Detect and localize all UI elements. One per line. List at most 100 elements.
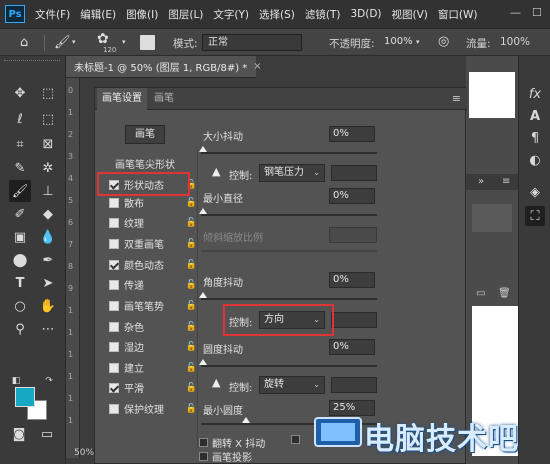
checkbox-icon[interactable]	[109, 238, 119, 249]
lock-icon[interactable]: 🔓	[186, 363, 197, 373]
panel-menu-icon[interactable]: ≡	[452, 92, 461, 105]
eraser-tool-icon[interactable]: ◆	[37, 203, 59, 225]
menu-type[interactable]: 文字(Y)	[213, 7, 249, 22]
delete-icon[interactable]: 🗑	[498, 288, 511, 299]
option-brush-pose[interactable]: 画笔笔势 🔓	[109, 297, 197, 314]
roundness-jitter-slider[interactable]	[201, 365, 377, 367]
close-icon[interactable]: ×	[253, 61, 261, 72]
menu-edit[interactable]: 编辑(E)	[80, 7, 116, 22]
checkbox-icon[interactable]	[199, 452, 208, 461]
option-smoothing[interactable]: 平滑 🔓	[109, 379, 197, 396]
brush-presets-button[interactable]: 画笔	[125, 125, 165, 144]
menu-file[interactable]: 文件(F)	[35, 7, 70, 22]
swap-colors-icon[interactable]: ↷	[42, 374, 56, 388]
lock-icon[interactable]: 🔓	[186, 260, 197, 270]
more-tools-icon[interactable]: ⋯	[37, 318, 59, 340]
checkbox-icon[interactable]	[109, 217, 119, 228]
brush-projection[interactable]: 画笔投影	[199, 449, 252, 464]
checkbox-icon[interactable]	[109, 321, 119, 332]
option-noise[interactable]: 杂色 🔓	[109, 318, 197, 335]
fade-steps-input[interactable]	[331, 165, 377, 181]
quick-mask-icon[interactable]: ◙	[8, 423, 30, 445]
menu-3d[interactable]: 3D(D)	[350, 8, 381, 20]
slider-thumb[interactable]	[199, 292, 207, 298]
marquee-tool-icon[interactable]: ⬚	[37, 82, 59, 104]
lock-icon[interactable]: 🔓	[186, 342, 197, 352]
checkbox-icon[interactable]	[109, 341, 119, 352]
object-select-icon[interactable]: ⬚	[37, 108, 59, 130]
lock-icon[interactable]: 🔓	[186, 301, 197, 311]
option-build-up[interactable]: 建立 🔓	[109, 359, 197, 376]
size-jitter-input[interactable]: 0%	[329, 126, 375, 142]
document-tab[interactable]: 未标题-1 @ 50% (图层 1, RGB/8#) * ×	[66, 56, 262, 78]
ellipse-tool-icon[interactable]: ○	[9, 295, 31, 317]
brush-panel-toggle-icon[interactable]	[140, 35, 155, 50]
clone-stamp-icon[interactable]: ⊥	[37, 180, 59, 202]
menu-view[interactable]: 视图(V)	[392, 7, 428, 22]
mode-select[interactable]: 正常	[202, 34, 302, 51]
slider-thumb[interactable]	[199, 146, 207, 152]
screen-mode-icon[interactable]: ▭	[36, 423, 58, 445]
pen-tool-icon[interactable]: ✒	[37, 249, 59, 271]
option-protect-texture[interactable]: 保护纹理 🔓	[109, 400, 197, 417]
lasso-tool-icon[interactable]: ℓ	[9, 108, 31, 130]
flip-y-jitter[interactable]	[291, 435, 304, 444]
option-scattering[interactable]: 散布 🔓	[109, 194, 197, 211]
pressure-opacity-icon[interactable]: ◎	[438, 34, 449, 49]
size-jitter-slider[interactable]	[201, 152, 377, 154]
history-brush-icon[interactable]: ✐	[9, 203, 31, 225]
dodge-tool-icon[interactable]: ⬤	[9, 249, 31, 271]
crop-tool-icon[interactable]: ⌗	[9, 133, 31, 155]
chevron-down-icon[interactable]: ▾	[72, 38, 76, 46]
flow-value[interactable]: 100%	[500, 36, 530, 48]
lock-icon[interactable]: 🔓	[186, 322, 197, 332]
minimize-button[interactable]: —	[510, 6, 521, 19]
slider-thumb[interactable]	[199, 359, 207, 365]
control-select-pen-pressure[interactable]: 钢笔压力 ⌄	[259, 164, 325, 182]
checkbox-icon[interactable]	[109, 362, 119, 373]
adjustments-icon[interactable]: ◐	[525, 150, 545, 170]
frame-tool-icon[interactable]: ⊠	[37, 133, 59, 155]
menu-filter[interactable]: 滤镜(T)	[305, 7, 341, 22]
foreground-color-swatch[interactable]	[15, 387, 35, 407]
paths-icon[interactable]: ⛶	[525, 206, 545, 226]
zoom-tool-icon[interactable]: ⚲	[9, 318, 31, 340]
opacity-input[interactable]: 100%	[379, 34, 419, 51]
checkbox-icon[interactable]	[109, 403, 119, 414]
lock-icon[interactable]: 🔓	[186, 404, 197, 414]
type-tool-icon[interactable]: T	[9, 272, 31, 294]
checkbox-icon[interactable]	[109, 279, 119, 290]
lock-icon[interactable]: 🔓	[186, 383, 197, 393]
slider-thumb[interactable]	[199, 208, 207, 214]
option-texture[interactable]: 纹理 🔓	[109, 214, 197, 231]
chevron-down-icon[interactable]: ▾	[122, 38, 126, 46]
menu-window[interactable]: 窗口(W)	[438, 7, 478, 22]
character-icon[interactable]: A	[525, 106, 545, 126]
hand-tool-icon[interactable]: ✋	[37, 295, 59, 317]
brush-tip-shape[interactable]: 画笔笔尖形状	[115, 156, 175, 171]
paragraph-icon[interactable]: ¶	[525, 128, 545, 148]
chevron-down-icon[interactable]: ▾	[416, 38, 420, 46]
slider-thumb[interactable]	[242, 417, 250, 423]
home-icon[interactable]: ⌂	[20, 35, 28, 50]
control-select-rotation[interactable]: 旋转 ⌄	[259, 376, 325, 394]
fade-steps-input[interactable]	[331, 377, 377, 393]
option-transfer[interactable]: 传递 🔓	[109, 276, 197, 293]
gradient-tool-icon[interactable]: ▣	[9, 226, 31, 248]
checkbox-icon[interactable]	[109, 259, 119, 270]
blur-tool-icon[interactable]: 💧	[37, 226, 59, 248]
maximize-button[interactable]: ☐	[532, 6, 542, 19]
checkbox-icon[interactable]	[199, 438, 208, 447]
angle-jitter-slider[interactable]	[201, 298, 377, 300]
panel-menu-icon[interactable]: ≡	[502, 176, 510, 187]
min-diameter-slider[interactable]	[201, 214, 377, 216]
fade-steps-input[interactable]	[331, 312, 377, 328]
fx-styles-icon[interactable]: fx	[525, 84, 545, 104]
menu-image[interactable]: 图像(I)	[126, 7, 158, 22]
layer-thumbnail[interactable]	[472, 204, 512, 232]
tab-brush-settings[interactable]: 画笔设置	[97, 88, 147, 110]
menu-layer[interactable]: 图层(L)	[168, 7, 203, 22]
option-wet-edges[interactable]: 湿边 🔓	[109, 338, 197, 355]
tab-brushes[interactable]: 画笔	[149, 88, 179, 110]
move-tool-icon[interactable]: ✥	[9, 82, 31, 104]
